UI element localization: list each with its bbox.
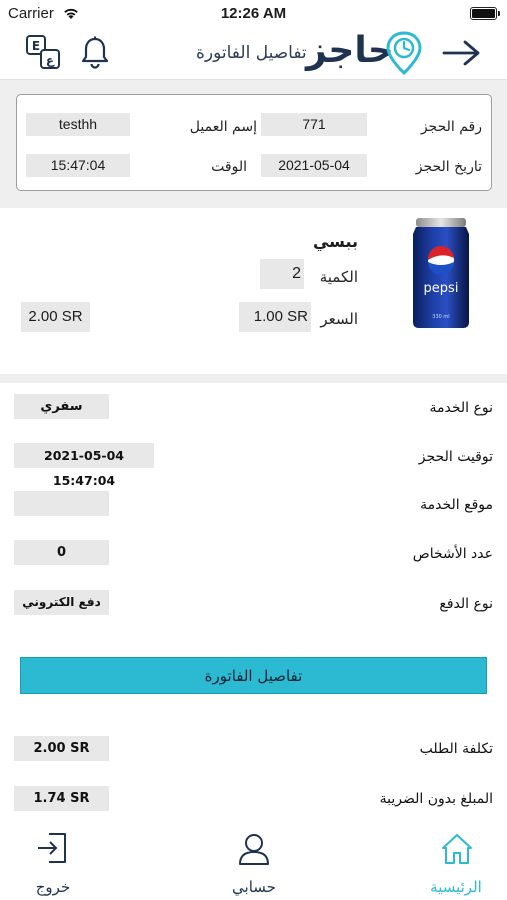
arrow-right-icon[interactable] bbox=[441, 39, 481, 67]
svg-text:pepsi: pepsi bbox=[424, 281, 459, 296]
service-type-label: نوع الخدمة bbox=[429, 400, 493, 416]
order-cost-value: 2.00 SR bbox=[14, 736, 109, 761]
tab-bar: خروج حسابي الرئيسية bbox=[0, 820, 507, 900]
amount-before-tax-label: المبلغ بدون الضريبة bbox=[379, 791, 493, 807]
svg-text:330 ml: 330 ml bbox=[432, 314, 449, 320]
price-label: السعر bbox=[320, 310, 358, 328]
battery-cap bbox=[498, 11, 500, 16]
product-image: pepsi 330 ml bbox=[413, 218, 469, 328]
section-divider bbox=[0, 374, 507, 383]
time-value: 15:47:04 bbox=[26, 154, 130, 177]
product-item: pepsi 330 ml ببسي الكمية 2 السعر 1.00 SR… bbox=[0, 208, 507, 374]
header: E ع تفاصيل الفاتورة حاجز bbox=[0, 28, 507, 80]
product-name: ببسي bbox=[312, 232, 358, 251]
persons-count-value: 0 bbox=[14, 540, 109, 565]
service-location-label: موقع الخدمة bbox=[420, 497, 493, 513]
quantity-value: 2 bbox=[260, 259, 304, 289]
persons-count-label: عدد الأشخاص bbox=[412, 546, 493, 562]
tab-account-label: حسابي bbox=[232, 878, 276, 896]
home-icon bbox=[442, 834, 472, 864]
payment-type-value: دفع الكتروني bbox=[14, 590, 109, 615]
product-total-value: 2.00 SR bbox=[21, 302, 90, 332]
logo-text: حاجز bbox=[306, 30, 395, 71]
booking-number-label: رقم الحجز bbox=[420, 119, 482, 135]
booking-timing-value: 2021-05-04 15:47:04 bbox=[14, 443, 154, 488]
clock: 12:26 AM bbox=[220, 5, 287, 22]
bell-icon[interactable] bbox=[80, 36, 110, 70]
order-cost-label: تكلفة الطلب bbox=[419, 741, 493, 757]
booking-info-card: رقم الحجز 771 إسم العميل testhh تاريخ ال… bbox=[16, 94, 492, 191]
battery-icon bbox=[470, 7, 497, 20]
quantity-label: الكمية bbox=[319, 268, 358, 286]
price-value: 1.00 SR bbox=[239, 302, 311, 332]
svg-text:ع: ع bbox=[46, 53, 55, 67]
tab-home-label: الرئيسية bbox=[430, 878, 482, 896]
customer-name-label: إسم العميل bbox=[189, 119, 257, 135]
user-icon bbox=[239, 834, 269, 865]
logo-pin-icon bbox=[386, 31, 422, 76]
time-label: الوقت bbox=[211, 159, 247, 175]
translate-icon[interactable]: E ع bbox=[25, 34, 63, 72]
logout-icon bbox=[38, 833, 66, 863]
tab-account[interactable]: حسابي bbox=[219, 828, 289, 896]
tab-logout-label: خروج bbox=[35, 878, 71, 896]
page-title: تفاصيل الفاتورة bbox=[196, 43, 307, 63]
service-type-value: سفري bbox=[14, 394, 109, 419]
service-location-value bbox=[14, 491, 109, 516]
booking-date-value: 2021-05-04 bbox=[261, 154, 367, 177]
invoice-details-button[interactable]: تفاصيل الفاتورة bbox=[20, 657, 487, 694]
tab-home[interactable]: الرئيسية bbox=[418, 828, 494, 896]
amount-before-tax-value: 1.74 SR bbox=[14, 786, 109, 811]
svg-text:E: E bbox=[32, 39, 40, 53]
booking-date-label: تاريخ الحجز bbox=[415, 159, 482, 175]
tab-logout[interactable]: خروج bbox=[18, 828, 88, 896]
payment-type-label: نوع الدفع bbox=[439, 596, 493, 612]
booking-number-value: 771 bbox=[261, 113, 367, 136]
status-bar: Carrier 12:26 AM bbox=[0, 0, 507, 28]
booking-timing-label: توقيت الحجز bbox=[418, 449, 493, 465]
booking-info-section: رقم الحجز 771 إسم العميل testhh تاريخ ال… bbox=[0, 80, 507, 208]
customer-name-value: testhh bbox=[26, 113, 130, 136]
